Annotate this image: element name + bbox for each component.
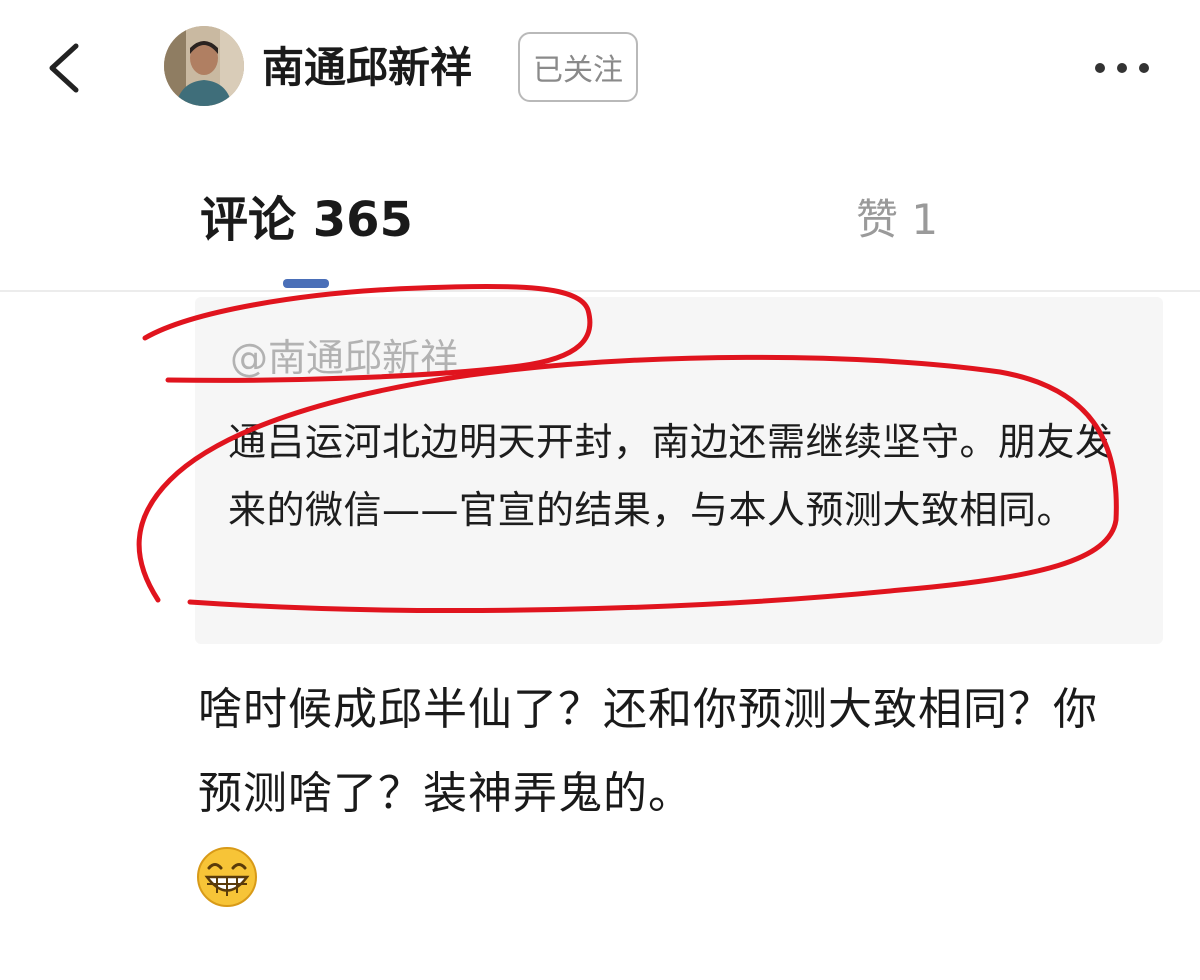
top-bar: 南通邱新祥 已关注 [0,0,1200,140]
chevron-left-icon [49,43,79,93]
author-name[interactable]: 南通邱新祥 [262,40,472,96]
reply-comment-text: 啥时候成邱半仙了？还和你预测大致相同？你预测啥了？装神弄鬼的。 [198,684,1098,819]
comment-page: 南通邱新祥 已关注 评论 365 赞 1 @南通邱新祥 通吕运河北边明天开封，南… [0,0,1200,980]
divider [0,290,1200,292]
avatar[interactable] [164,26,244,106]
person-avatar-icon [164,26,244,106]
quoted-comment-text: 通吕运河北边明天开封，南边还需继续坚守。朋友发来的微信——官宣的结果，与本人预测… [228,420,1114,532]
quoted-author-mention[interactable]: @南通邱新祥 [230,330,458,386]
tab-comments[interactable]: 评论 365 [200,190,413,250]
back-button[interactable] [38,38,98,98]
grinning-face-icon [197,847,257,907]
follow-status-button[interactable]: 已关注 [518,32,638,102]
active-tab-indicator [283,279,329,288]
tab-likes[interactable]: 赞 1 [856,190,938,250]
more-button[interactable] [1088,48,1158,88]
more-dots-icon [1095,63,1149,73]
